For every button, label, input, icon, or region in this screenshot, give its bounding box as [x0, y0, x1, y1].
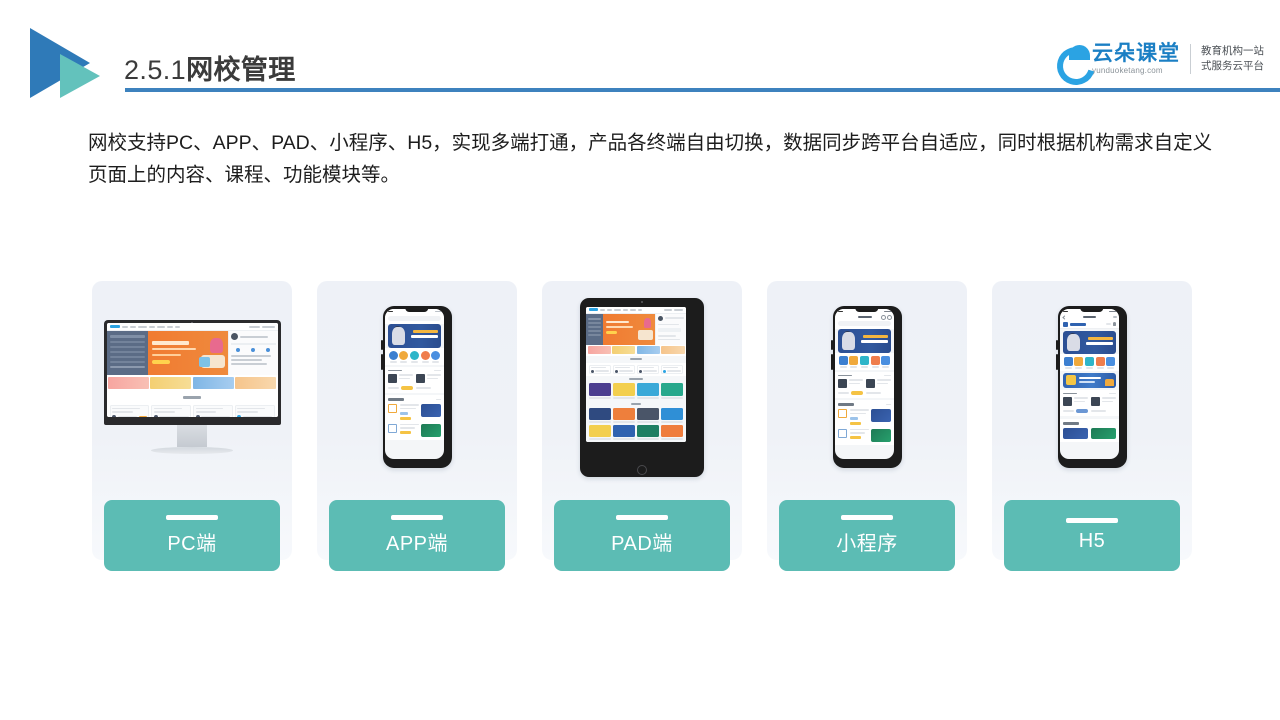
device-illustration-phone-h5	[992, 281, 1192, 493]
title-underline	[125, 88, 1280, 92]
triangle-teal-icon	[60, 54, 100, 98]
brand-divider	[1190, 44, 1191, 74]
device-illustration-phone-miniprogram	[767, 281, 967, 493]
page-title-number: 2.5.1	[124, 55, 187, 85]
brand-tagline-line2: 式服务云平台	[1201, 60, 1264, 72]
body-paragraph: 网校支持PC、APP、PAD、小程序、H5，实现多端打通，产品各终端自由切换，数…	[88, 132, 1213, 186]
label-dash	[1066, 518, 1118, 523]
brand-text: 云朵课堂 yunduoketang.com	[1092, 43, 1180, 75]
brand-logo: 云朵课堂 yunduoketang.com 教育机构一站 式服务云平台	[1050, 36, 1264, 92]
brand-tagline-line1: 教育机构一站	[1201, 44, 1264, 57]
card-label-button[interactable]: APP端	[329, 500, 505, 571]
page-title: 2.5.1网校管理	[124, 48, 296, 87]
card-label-button[interactable]: PC端	[104, 500, 280, 571]
card-label-button[interactable]: 小程序	[779, 500, 955, 571]
brand-tagline: 教育机构一站 式服务云平台	[1201, 44, 1264, 74]
brand-name-en: yunduoketang.com	[1092, 66, 1163, 75]
mobile-phone	[1056, 306, 1127, 468]
label-dash	[841, 515, 893, 520]
device-illustration-tablet	[542, 281, 742, 493]
card-label-text: 小程序	[836, 533, 898, 555]
card-label-button[interactable]: H5	[1004, 500, 1180, 571]
card-label-button[interactable]: PAD端	[554, 500, 730, 571]
desktop-monitor	[103, 320, 281, 454]
card-label-text: PC端	[167, 533, 217, 555]
slide-root: 2.5.1网校管理 云朵课堂 yunduoketang.com 教育机构一站 式…	[0, 0, 1280, 720]
label-dash	[391, 515, 443, 520]
brand-name-cn: 云朵课堂	[1092, 42, 1180, 65]
label-dash	[166, 515, 218, 520]
device-illustration-desktop	[92, 281, 292, 493]
device-illustration-phone-app	[317, 281, 517, 493]
mobile-phone	[831, 306, 902, 468]
double-triangle-logo	[26, 28, 118, 98]
page-title-text: 网校管理	[186, 55, 296, 85]
card-label-text: H5	[1078, 530, 1106, 552]
card-label-text: APP端	[385, 533, 449, 555]
cloud-icon	[1050, 40, 1102, 92]
mobile-phone	[381, 306, 452, 468]
label-dash	[616, 515, 668, 520]
brand-logo-left: 云朵课堂 yunduoketang.com	[1050, 40, 1180, 92]
card-label-text: PAD端	[611, 533, 673, 555]
tablet	[580, 297, 704, 477]
